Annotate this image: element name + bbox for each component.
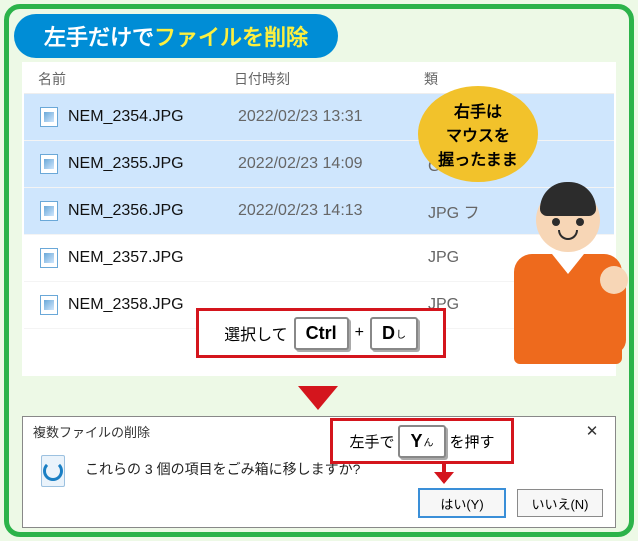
shortcut-label: 選択して: [224, 321, 288, 345]
header-date[interactable]: 日付時刻: [234, 69, 424, 89]
instruct-post: を押す: [450, 431, 495, 452]
instruct-pre: 左手で: [349, 431, 394, 452]
key-ctrl: Ctrl: [294, 317, 349, 350]
file-icon: [40, 154, 58, 174]
file-name: NEM_2356.JPG: [68, 202, 238, 220]
header-type[interactable]: 類: [424, 69, 614, 89]
header-name[interactable]: 名前: [24, 69, 234, 89]
instruction-callout: 左手で Yん を押す: [330, 418, 514, 464]
file-icon: [40, 248, 58, 268]
person-illustration: [508, 188, 628, 398]
key-y: Yん: [398, 425, 445, 458]
person-body: [514, 254, 622, 364]
title-part2: ファイルを削除: [154, 25, 308, 50]
file-name: NEM_2355.JPG: [68, 155, 238, 173]
file-date: 2022/02/23 14:13: [238, 202, 428, 220]
close-button[interactable]: ✕: [575, 420, 609, 442]
speech-bubble: 右手はマウスを握ったまま: [418, 86, 538, 182]
column-headers: 名前 日付時刻 類: [24, 64, 614, 94]
title-part1: 左手だけで: [44, 25, 154, 50]
no-button[interactable]: いいえ(N): [517, 489, 603, 517]
file-name: NEM_2357.JPG: [68, 249, 238, 267]
arrow-to-yes-icon: [442, 464, 446, 482]
person-head: [536, 188, 600, 252]
shortcut-callout: 選択して Ctrl + Dし: [196, 308, 446, 358]
file-icon: [40, 295, 58, 315]
file-date: 2022/02/23 14:09: [238, 155, 428, 173]
file-name: NEM_2354.JPG: [68, 108, 238, 126]
dialog-title-text: 複数ファイルの削除: [33, 422, 150, 441]
file-date: 2022/02/23 13:31: [238, 108, 428, 126]
title-banner: 左手だけでファイルを削除: [14, 14, 338, 58]
dialog-body: これらの 3 個の項目をごみ箱に移しますか?: [23, 445, 615, 493]
confirm-dialog: 複数ファイルの削除 ✕ これらの 3 個の項目をごみ箱に移しますか? はい(Y)…: [22, 416, 616, 528]
file-icon: [40, 107, 58, 127]
dialog-message: これらの 3 個の項目をごみ箱に移しますか?: [85, 459, 360, 479]
key-d: Dし: [370, 317, 418, 350]
plus-sign: +: [355, 324, 364, 342]
file-icon: [40, 201, 58, 221]
yes-button[interactable]: はい(Y): [419, 489, 505, 517]
file-type: JPG フ: [428, 199, 480, 223]
file-type: JPG: [428, 249, 459, 267]
bubble-text: 右手はマウスを握ったまま: [438, 98, 518, 170]
recycle-bin-icon: [35, 451, 71, 487]
